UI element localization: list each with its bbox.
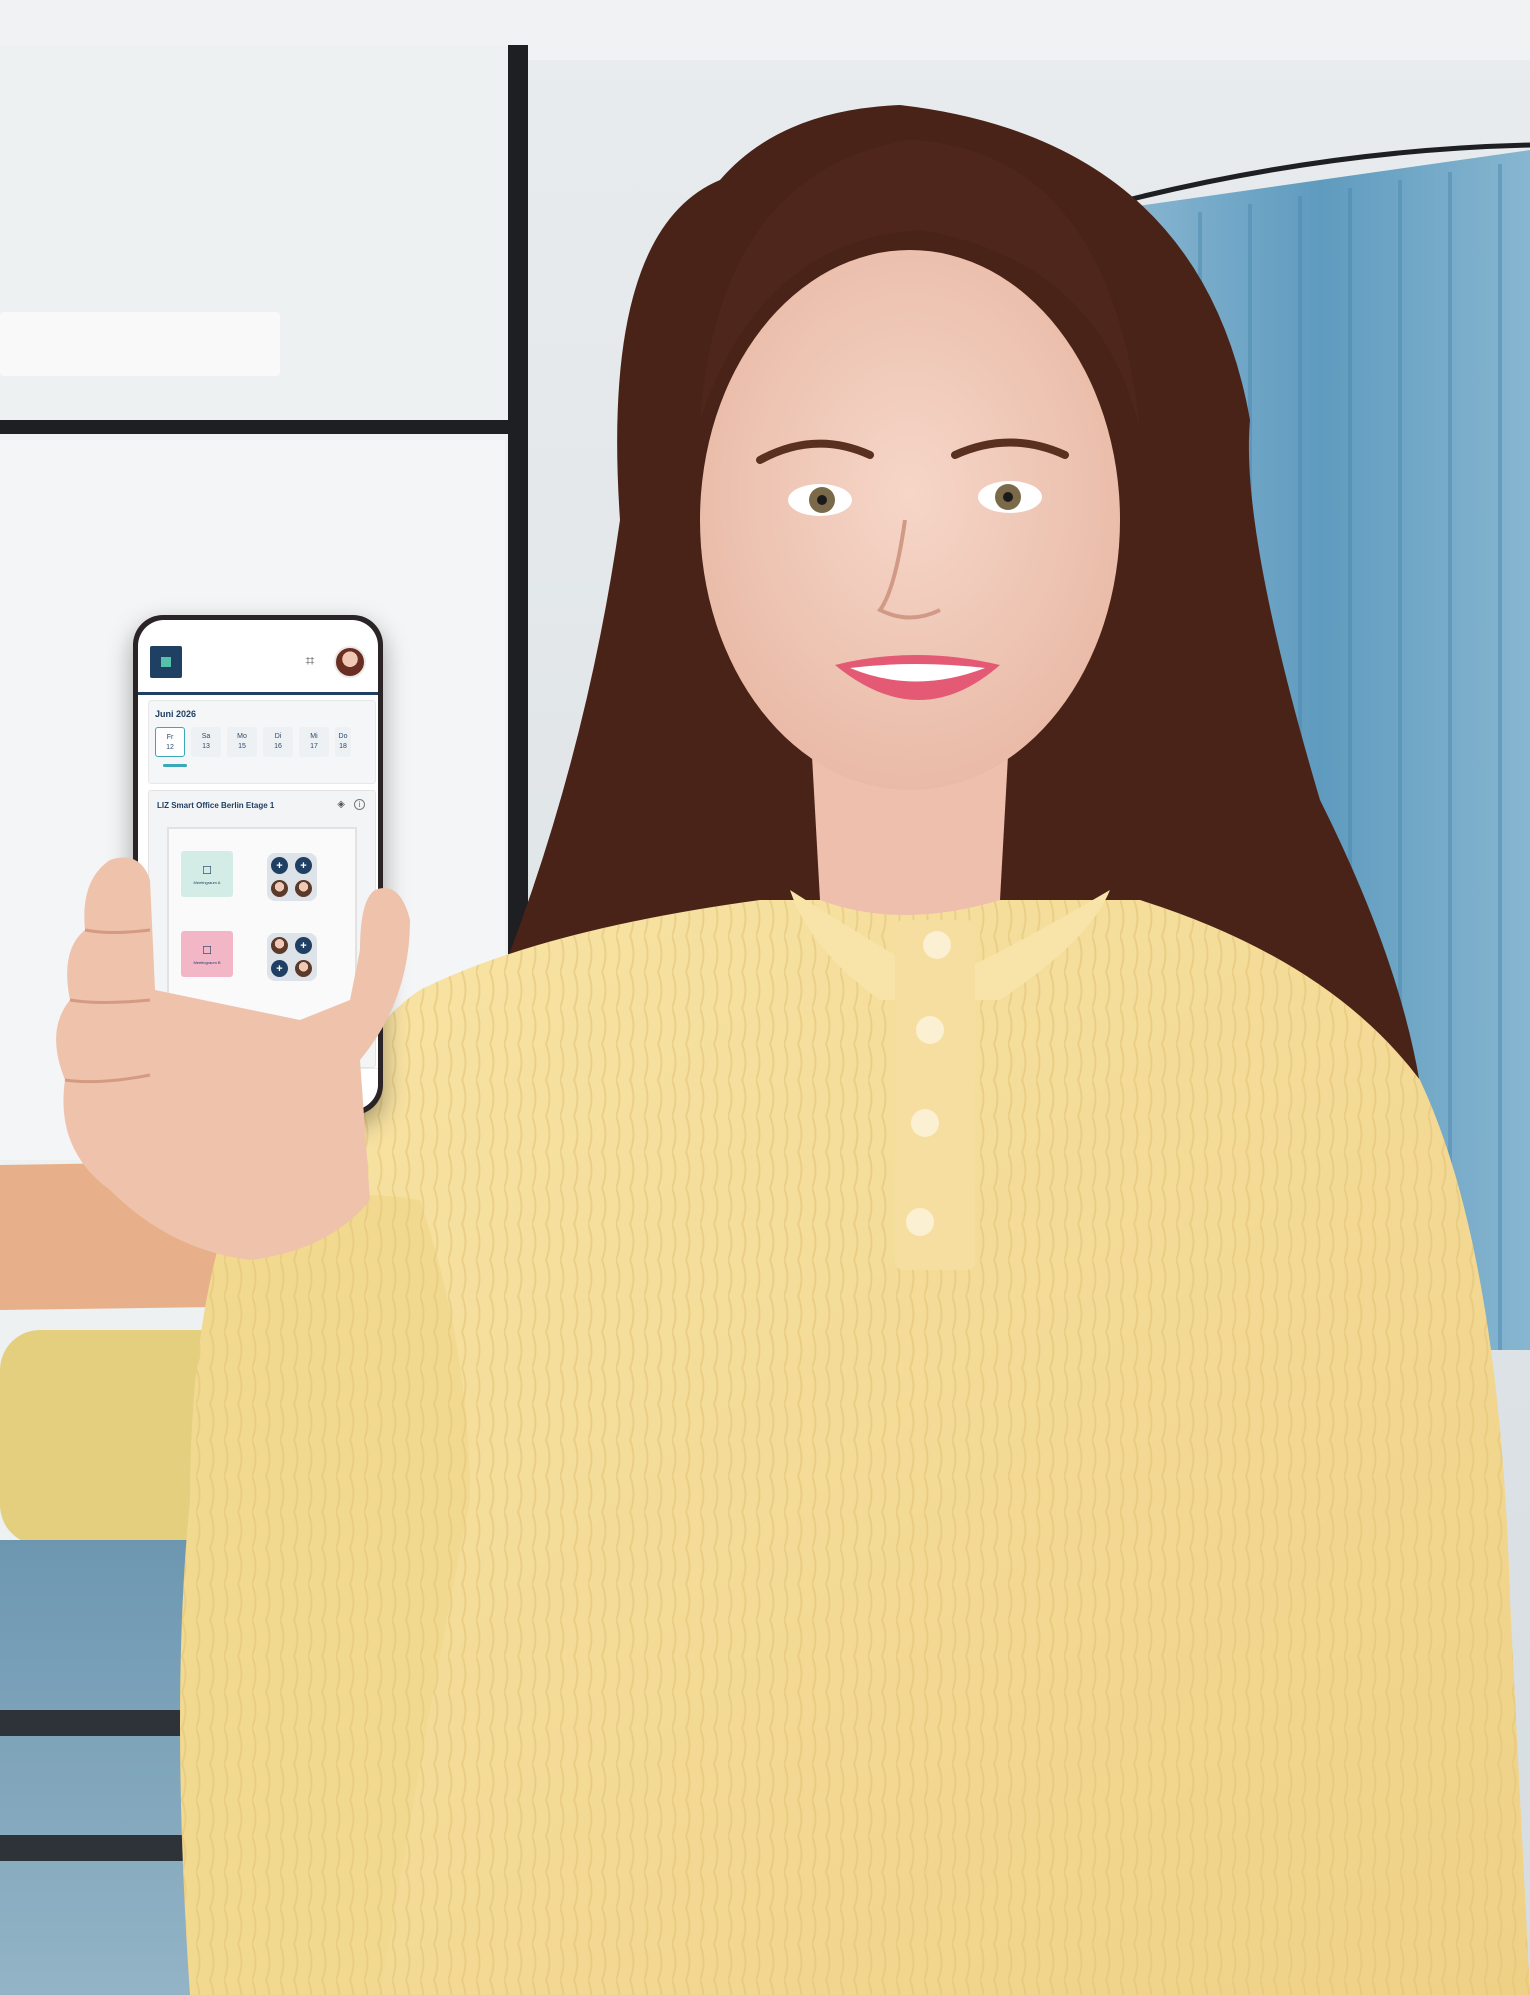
header-divider [138, 692, 378, 695]
booked-seat-avatar[interactable] [271, 937, 288, 954]
day-item[interactable]: Fr 12 [155, 727, 185, 757]
layers-icon[interactable]: ◈ [337, 799, 345, 810]
locker-icon[interactable]: ▣ [239, 1037, 253, 1051]
map-icon[interactable]: ▮ [203, 1079, 225, 1101]
free-seat-button[interactable]: + [295, 937, 312, 954]
day-item[interactable]: Di 16 [263, 727, 293, 757]
free-seat-button[interactable]: + [271, 960, 288, 977]
floor-title: LIZ Smart Office Berlin Etage 1 [157, 801, 275, 810]
meeting-room-icon: ☐ [202, 944, 212, 957]
free-seat-button[interactable]: + [271, 857, 288, 874]
smartphone: ⌗ Juni 2026 Fr 12 Sa 13 Mo 15 Di 16 Mi 17 Do 1… [133, 615, 383, 1115]
booked-seat-avatar[interactable] [295, 880, 312, 897]
booked-seat-avatar[interactable] [295, 960, 312, 977]
floor-plan-card: LIZ Smart Office Berlin Etage 1 ◈ i ☐ Me… [148, 790, 376, 1068]
bell-icon[interactable]: ♪ [335, 1079, 357, 1101]
parking-icon[interactable]: ⚐ [221, 1037, 235, 1051]
team-icon[interactable]: ☺ [291, 1079, 313, 1101]
booked-seat-avatar[interactable] [207, 1017, 224, 1034]
day-item[interactable]: Do 18 [335, 727, 351, 757]
meeting-room-a[interactable]: ☐ Meetingraum A [181, 851, 233, 897]
meeting-room-b[interactable]: ☐ Meetingraum B [181, 931, 233, 977]
glasses-icon[interactable]: ∞ [299, 1033, 313, 1047]
phone-booth-icon[interactable]: ⊘ [167, 1037, 181, 1051]
meeting-room-icon[interactable]: ☐ [203, 1037, 217, 1051]
date-picker: Juni 2026 Fr 12 Sa 13 Mo 15 Di 16 Mi 17 Do 18 [148, 700, 376, 784]
free-seat-button[interactable]: + [295, 857, 312, 874]
user-avatar[interactable] [334, 646, 366, 678]
bottom-navigation: ⌂ ▮ ▦ ☺ ♪ [138, 1068, 378, 1110]
day-strip: Fr 12 Sa 13 Mo 15 Di 16 Mi 17 Do 18 [155, 727, 351, 757]
meeting-room-icon: ☐ [202, 864, 212, 877]
qr-code-icon[interactable]: ⌗ [300, 652, 320, 672]
calendar-icon[interactable]: ▦ [247, 1079, 269, 1101]
selected-day-indicator [163, 764, 187, 767]
home-icon[interactable]: ⌂ [159, 1079, 181, 1101]
day-item[interactable]: Sa 13 [191, 727, 221, 757]
printer-icon[interactable]: ⎙ [185, 1037, 199, 1051]
free-seat-button[interactable]: + [229, 1017, 246, 1034]
phone-screen: ⌗ Juni 2026 Fr 12 Sa 13 Mo 15 Di 16 Mi 17 Do 1… [138, 620, 378, 1110]
app-header: ⌗ [138, 620, 378, 692]
info-icon[interactable]: i [354, 799, 365, 810]
month-label: Juni 2026 [155, 709, 197, 719]
booked-seat-avatar[interactable] [271, 880, 288, 897]
filter-icon[interactable]: ▽ [329, 1037, 343, 1051]
photo-scene: ⌗ Juni 2026 Fr 12 Sa 13 Mo 15 Di 16 Mi 17 Do 1… [0, 0, 1530, 1995]
liz-logo-icon[interactable] [150, 646, 182, 678]
day-item[interactable]: Mo 15 [227, 727, 257, 757]
day-item[interactable]: Mi 17 [299, 727, 329, 757]
